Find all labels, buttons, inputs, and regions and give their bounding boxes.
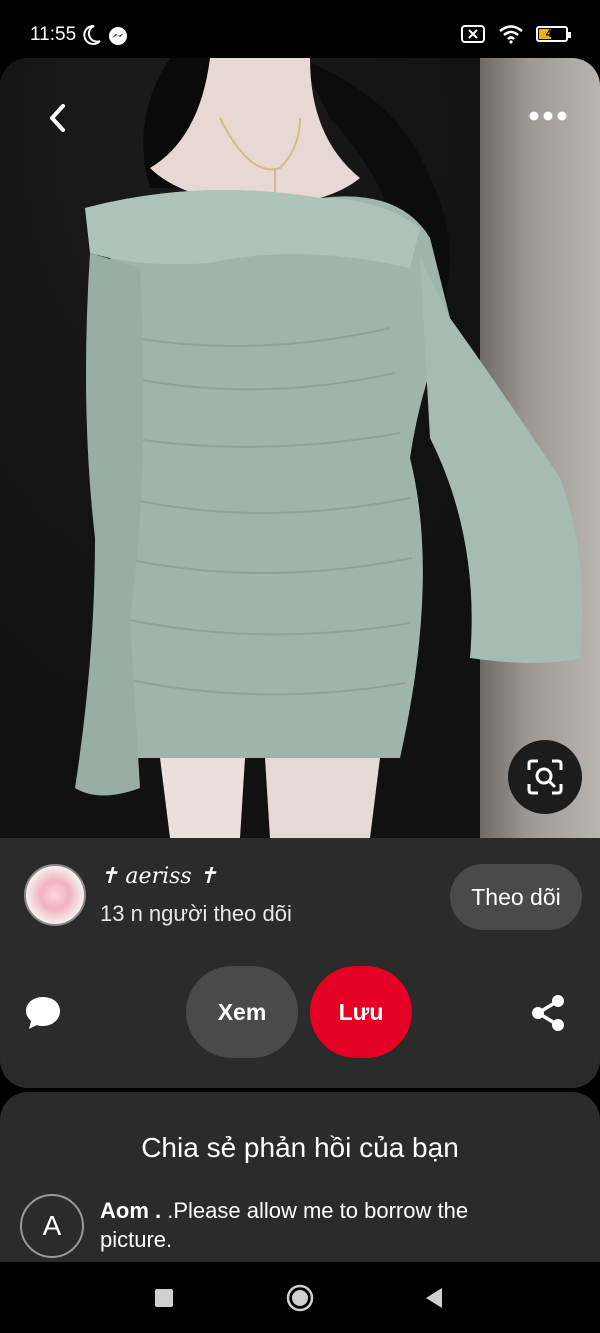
pin-photo (75, 58, 583, 838)
battery-level: 43 (545, 28, 559, 40)
creator-name[interactable]: ✝ aeriss ✝ (100, 864, 217, 889)
wifi-icon (499, 25, 523, 44)
sim-off-icon (461, 25, 485, 43)
save-button[interactable]: Lưu (310, 966, 412, 1058)
feedback-card: Chia sẻ phản hồi của bạn A Aom . .Please… (0, 1092, 600, 1272)
home-circle-icon[interactable] (286, 1284, 314, 1312)
back-triangle-icon[interactable] (424, 1287, 444, 1309)
moon-icon (83, 24, 101, 45)
creator-followers: 13 n người theo dõi (100, 901, 292, 926)
creator-row: ✝ aeriss ✝ 13 n người theo dõi Theo dõi (0, 858, 600, 938)
comment-text[interactable]: Aom . .Please allow me to borrow the pic… (100, 1196, 540, 1254)
status-time: 11:55 (30, 24, 77, 45)
system-nav-bar (0, 1262, 600, 1333)
feedback-title: Chia sẻ phản hồi của bạn (141, 1132, 459, 1163)
actions-row: Xem Lưu (0, 966, 600, 1060)
status-bar: 11:55 43 (0, 0, 600, 60)
visual-search-icon (527, 759, 563, 795)
battery-icon: 43 (536, 26, 571, 42)
view-button[interactable]: Xem (186, 966, 298, 1058)
follow-button[interactable]: Theo dõi (450, 864, 582, 930)
comment-author: Aom . (100, 1198, 162, 1223)
back-arrow-icon[interactable] (38, 98, 78, 138)
status-icons: 43 (460, 24, 571, 44)
share-icon[interactable] (528, 993, 568, 1033)
comment-avatar[interactable]: A (20, 1194, 84, 1258)
visual-search-button[interactable] (508, 740, 582, 814)
more-dots-icon[interactable] (528, 106, 568, 126)
recents-square-icon[interactable] (154, 1288, 174, 1308)
messenger-icon (109, 27, 127, 45)
pin-card: ✝ aeriss ✝ 13 n người theo dõi Theo dõi … (0, 58, 600, 1088)
pin-image[interactable] (0, 58, 600, 838)
comment-icon[interactable] (24, 994, 62, 1032)
creator-avatar[interactable] (24, 864, 86, 926)
